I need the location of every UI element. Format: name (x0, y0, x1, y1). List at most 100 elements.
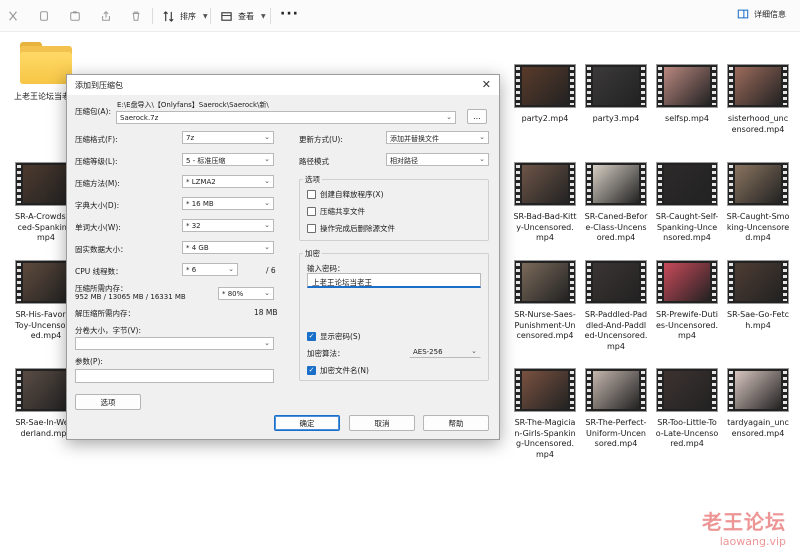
file-name: SR-Nurse-Saes-Punishment-Uncensored.mp4 (514, 310, 576, 340)
params-input[interactable] (75, 369, 274, 383)
options-group-title: 选项 (303, 174, 322, 185)
method-select[interactable]: * LZMA2 ⌄ (182, 175, 274, 188)
sort-button[interactable]: 排序 ▼ (162, 8, 208, 24)
video-thumbnail (585, 368, 647, 412)
file-name: SR-Caught-Smoking-Uncensored.mp4 (726, 212, 790, 242)
chevron-down-icon: ⌄ (228, 265, 234, 273)
video-thumbnail (656, 64, 718, 108)
video-file-item[interactable]: SR-Bad-Bad-Kitty-Uncensored.mp4 (513, 162, 577, 244)
mem-percent-value: * 80% (222, 290, 244, 298)
details-pane-button[interactable]: 详细信息 (737, 8, 786, 20)
encryption-method-select[interactable]: AES-256 ⌄ (409, 345, 481, 358)
threads-total: / 6 (266, 266, 276, 275)
checkmark-icon: ✓ (307, 366, 316, 375)
cancel-button[interactable]: 取消 (349, 415, 415, 431)
method-value: * LZMA2 (186, 178, 216, 186)
video-file-item[interactable]: tardyagain_uncensored.mp4 (726, 368, 790, 439)
chevron-down-icon: ⌄ (264, 339, 270, 347)
file-name: SR-Bad-Bad-Kitty-Uncensored.mp4 (513, 212, 577, 242)
chevron-down-icon: ⌄ (479, 155, 485, 163)
shared-files-checkbox[interactable]: 压缩共享文件 (307, 206, 365, 217)
video-file-item[interactable]: SR-Paddled-Paddled-And-Paddled-Uncensore… (584, 260, 648, 352)
shared-files-label: 压缩共享文件 (320, 207, 365, 216)
close-icon[interactable]: ✕ (482, 78, 491, 91)
archive-label: 压缩包(A): (75, 107, 112, 116)
archive-name-input[interactable]: Saerock.7z ⌄ (116, 111, 456, 124)
encryption-method-label: 加密算法： (307, 349, 345, 358)
delete-icon[interactable] (129, 9, 143, 23)
word-select[interactable]: * 32 ⌄ (182, 219, 274, 232)
chevron-down-icon: ⌄ (264, 155, 270, 163)
video-thumbnail (514, 64, 576, 108)
threads-select[interactable]: * 6 ⌄ (182, 263, 238, 276)
video-file-item[interactable]: SR-The-Magician-Girls-Spanking-Uncensore… (513, 368, 577, 460)
format-select[interactable]: 7z ⌄ (182, 131, 274, 144)
video-file-item[interactable]: party3.mp4 (584, 64, 648, 125)
level-label: 压缩等级(L): (75, 157, 118, 166)
chevron-down-icon: ⌄ (264, 177, 270, 185)
paste-icon[interactable] (68, 9, 82, 23)
format-label: 压缩格式(F): (75, 135, 118, 144)
archive-path: E:\E盘导入\【Onlyfans】Saerock\Saerock\新\ (117, 101, 269, 109)
threads-value: * 6 (186, 266, 197, 274)
chevron-down-icon: ⌄ (471, 347, 477, 355)
video-thumbnail (514, 260, 576, 304)
password-value: 上老王论坛当老王 (312, 278, 372, 287)
encrypt-names-label: 加密文件名(N) (320, 366, 369, 375)
video-file-item[interactable]: SR-Caught-Self-Spanking-Uncensored.mp4 (655, 162, 719, 244)
solid-label: 固实数据大小： (75, 245, 128, 254)
details-label: 详细信息 (754, 9, 786, 19)
more-options-icon[interactable]: ··· (280, 6, 299, 22)
dict-select[interactable]: * 16 MB ⌄ (182, 197, 274, 210)
video-file-item[interactable]: SR-Nurse-Saes-Punishment-Uncensored.mp4 (513, 260, 577, 342)
path-mode-select[interactable]: 相对路径 ⌄ (386, 153, 489, 166)
chevron-down-icon: ⌄ (479, 133, 485, 141)
video-file-item[interactable]: selfsp.mp4 (655, 64, 719, 125)
file-name: SR-Paddled-Paddled-And-Paddled-Uncensore… (584, 310, 648, 351)
video-file-item[interactable]: SR-Caught-Smoking-Uncensored.mp4 (726, 162, 790, 244)
sfx-checkbox[interactable]: 创建自释放程序(X) (307, 189, 384, 200)
cut-icon[interactable] (6, 9, 20, 23)
show-password-checkbox[interactable]: ✓ 显示密码(S) (307, 331, 361, 342)
video-file-item[interactable]: SR-Prewife-Duties-Uncensored.mp4 (655, 260, 719, 342)
video-file-item[interactable]: SR-The-Perfect-Uniform-Uncensored.mp4 (584, 368, 648, 450)
video-thumbnail (585, 162, 647, 206)
path-mode-value: 相对路径 (390, 157, 418, 165)
watermark: 老王论坛 laowang.vip (702, 506, 786, 548)
level-select[interactable]: 5 - 标准压缩 ⌄ (182, 153, 274, 166)
chevron-down-icon: ⌄ (264, 243, 270, 251)
word-value: * 32 (186, 222, 201, 230)
video-thumbnail (585, 64, 647, 108)
sort-icon (163, 10, 174, 22)
video-file-item[interactable]: SR-Too-Little-Too-Late-Uncensored.mp4 (655, 368, 719, 450)
chevron-down-icon: ⌄ (264, 133, 270, 141)
password-input[interactable]: 上老王论坛当老王 (307, 273, 481, 288)
split-size-select[interactable]: ⌄ (75, 337, 274, 350)
video-file-item[interactable]: SR-Sae-Go-Fetch.mp4 (726, 260, 790, 331)
browse-button[interactable]: ... (467, 109, 487, 124)
encrypt-names-checkbox[interactable]: ✓ 加密文件名(N) (307, 365, 369, 376)
video-file-item[interactable]: SR-Caned-Before-Class-Uncensored.mp4 (584, 162, 648, 244)
chevron-down-icon: ▼ (203, 12, 208, 20)
path-mode-label: 路径模式 (299, 157, 329, 166)
share-icon[interactable] (99, 9, 113, 23)
checkbox-icon (307, 224, 316, 233)
mem-percent-select[interactable]: * 80% ⌄ (218, 287, 274, 300)
update-select[interactable]: 添加并替换文件 ⌄ (386, 131, 489, 144)
file-name: SR-The-Perfect-Uniform-Uncensored.mp4 (585, 418, 647, 448)
threads-label: CPU 线程数： (75, 267, 123, 276)
show-password-label: 显示密码(S) (320, 332, 361, 341)
dialog-title: 添加到压缩包 (75, 81, 123, 90)
mem-decomp-label: 解压缩所需内存： (75, 309, 135, 318)
options-button[interactable]: 选项 (75, 394, 141, 410)
delete-after-checkbox[interactable]: 操作完成后删除源文件 (307, 223, 395, 234)
file-name: SR-The-Magician-Girls-Spanking-Uncensore… (514, 418, 576, 459)
video-file-item[interactable]: party2.mp4 (513, 64, 577, 125)
solid-select[interactable]: * 4 GB ⌄ (182, 241, 274, 254)
view-button[interactable]: 查看 ▼ (220, 8, 266, 24)
copy-icon[interactable] (37, 9, 51, 23)
video-thumbnail (727, 162, 789, 206)
help-button[interactable]: 帮助 (423, 415, 489, 431)
ok-button[interactable]: 确定 (274, 415, 340, 431)
video-file-item[interactable]: sisterhood_uncensored.mp4 (726, 64, 790, 135)
